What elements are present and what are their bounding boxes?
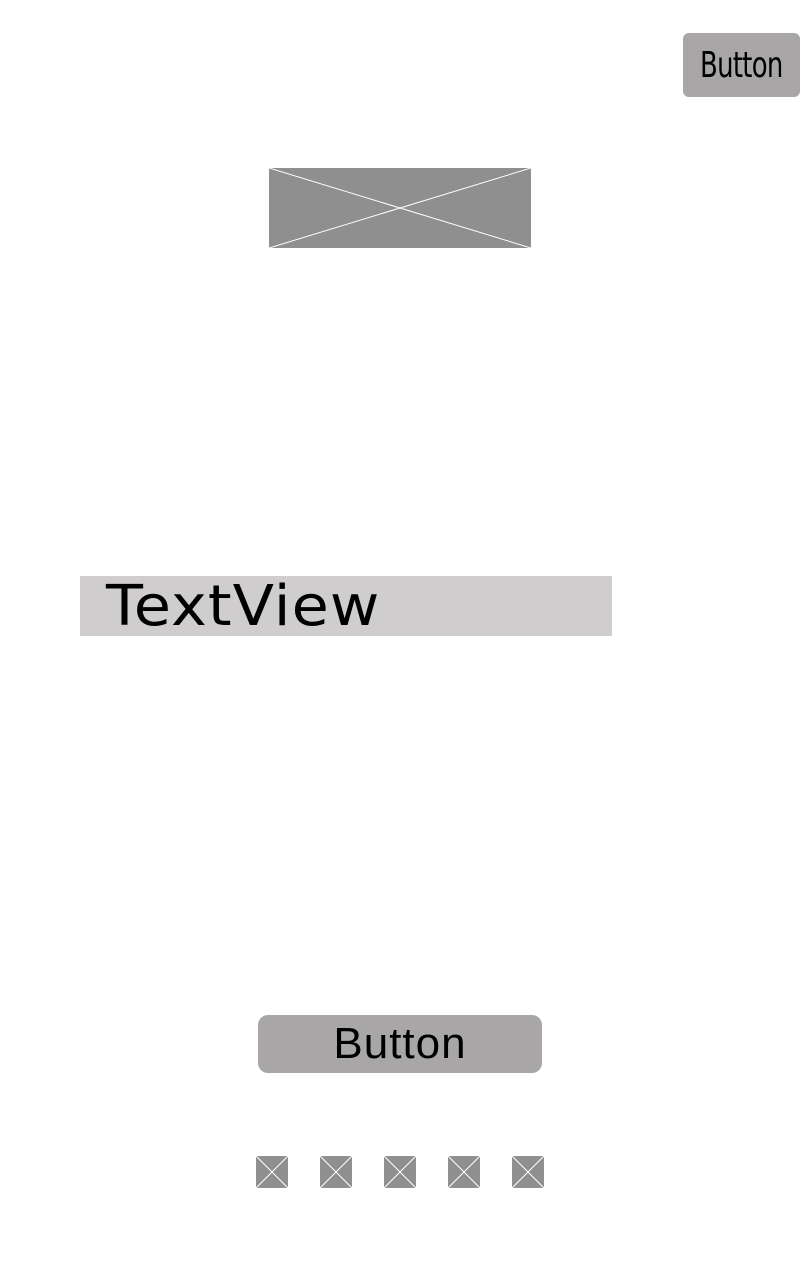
- bottom-button-label: Button: [333, 1019, 467, 1068]
- text-view: TextView: [80, 573, 612, 639]
- page-indicator-4[interactable]: [448, 1156, 480, 1188]
- top-button[interactable]: Button: [683, 33, 800, 97]
- page-indicator-row: [256, 1156, 544, 1188]
- image-placeholder-icon: [512, 1156, 544, 1188]
- page-indicator-2[interactable]: [320, 1156, 352, 1188]
- image-placeholder-icon: [384, 1156, 416, 1188]
- page-indicator-3[interactable]: [384, 1156, 416, 1188]
- text-view-label: TextView: [106, 573, 381, 639]
- top-button-label: Button: [700, 44, 783, 86]
- bottom-button[interactable]: Button: [258, 1015, 542, 1073]
- image-placeholder-icon: [256, 1156, 288, 1188]
- image-placeholder-icon: [448, 1156, 480, 1188]
- page-indicator-5[interactable]: [512, 1156, 544, 1188]
- page-indicator-1[interactable]: [256, 1156, 288, 1188]
- image-placeholder-icon: [320, 1156, 352, 1188]
- banner-image: [269, 168, 531, 248]
- image-placeholder-icon: [269, 168, 531, 248]
